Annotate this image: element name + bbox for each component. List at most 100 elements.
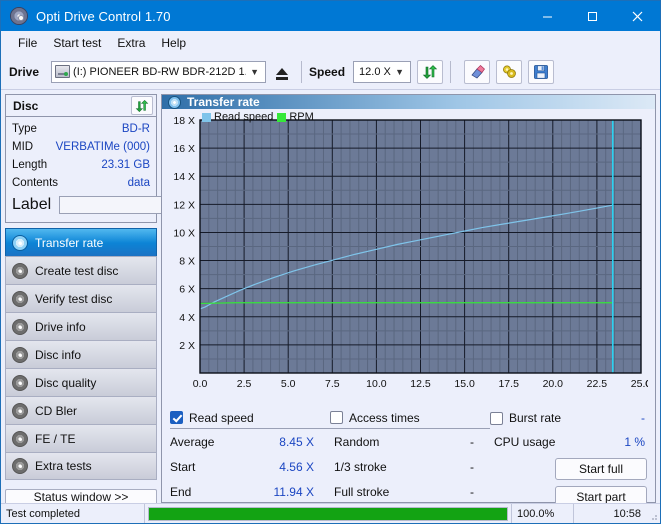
- chevron-down-icon: ▼: [391, 67, 408, 77]
- svg-text:15.0: 15.0: [454, 378, 475, 390]
- eraser-button[interactable]: [464, 60, 490, 84]
- sidebar-label-drive-info: Drive info: [35, 320, 86, 334]
- panel-title: Transfer rate: [187, 95, 260, 109]
- results-column-burst-rate: Burst rate - CPU usage 1 % Start full St…: [490, 407, 647, 508]
- result-key-third-stroke: 1/3 stroke: [330, 460, 387, 474]
- progress-bar: [148, 507, 508, 521]
- menu-extra[interactable]: Extra: [109, 34, 153, 52]
- sidebar-item-cd-bler[interactable]: CD Bler: [5, 396, 157, 424]
- disc-label-row: Label: [12, 193, 150, 217]
- chart-canvas: 2 X4 X6 X8 X10 X12 X14 X16 X18 X0.02.55.…: [166, 111, 648, 401]
- eject-button[interactable]: [270, 61, 294, 83]
- sidebar-item-disc-quality[interactable]: Disc quality: [5, 368, 157, 396]
- svg-text:12.5: 12.5: [410, 378, 431, 390]
- transfer-rate-chart: Read speed RPM 2 X4 X6 X8 X10 X12 X14 X1…: [162, 109, 655, 405]
- access-times-label: Access times: [349, 411, 420, 425]
- menu-start-test[interactable]: Start test: [45, 34, 109, 52]
- speed-select-value: 12.0 X: [359, 66, 391, 78]
- result-value-end: 11.94 X: [274, 485, 330, 499]
- menu-help[interactable]: Help: [153, 34, 194, 52]
- panel-header: Transfer rate: [162, 95, 655, 109]
- access-times-checkbox[interactable]: [330, 411, 343, 424]
- result-key-start: Start: [170, 460, 195, 474]
- drive-select[interactable]: (I:) PIONEER BD-RW BDR-212D 1.03 ▼: [51, 61, 266, 83]
- toolbar-divider-1: [301, 61, 302, 83]
- result-value-full-stroke: -: [470, 485, 490, 499]
- result-value-start: 4.56 X: [279, 460, 330, 474]
- sidebar-item-verify-test-disc[interactable]: Verify test disc: [5, 284, 157, 312]
- svg-text:2.5: 2.5: [237, 378, 252, 390]
- sidebar-label-disc-info: Disc info: [35, 348, 81, 362]
- sidebar-item-drive-info[interactable]: Drive info: [5, 312, 157, 340]
- sidebar-item-disc-info[interactable]: Disc info: [5, 340, 157, 368]
- app-disc-icon: [10, 7, 28, 25]
- drive-toolbar: Drive (I:) PIONEER BD-RW BDR-212D 1.03 ▼…: [1, 54, 660, 90]
- result-row-cpu-usage: CPU usage 1 %: [490, 429, 647, 454]
- result-key-average: Average: [170, 435, 214, 449]
- sidebar-item-transfer-rate[interactable]: Transfer rate: [5, 228, 157, 256]
- read-speed-checkbox[interactable]: [170, 411, 183, 424]
- sidebar-label-disc-quality: Disc quality: [35, 376, 96, 390]
- close-icon[interactable]: [615, 1, 660, 31]
- access-times-header: Access times: [330, 407, 490, 429]
- chart-legend: Read speed RPM: [202, 111, 314, 123]
- disc-icon: [12, 431, 28, 447]
- svg-text:6 X: 6 X: [179, 284, 195, 296]
- tools-button[interactable]: [496, 60, 522, 84]
- minimize-icon[interactable]: [525, 1, 570, 31]
- sidebar-label-transfer-rate: Transfer rate: [35, 236, 103, 250]
- result-row-third-stroke: 1/3 stroke -: [330, 454, 490, 479]
- svg-text:22.5: 22.5: [587, 378, 608, 390]
- disc-icon: [12, 263, 28, 279]
- disc-panel-header: Disc: [6, 95, 156, 117]
- disc-value-contents: data: [128, 177, 150, 189]
- elapsed-time: 10:58: [574, 504, 646, 523]
- read-speed-header: Read speed: [170, 407, 330, 429]
- speed-label: Speed: [309, 65, 345, 79]
- content-panel: Transfer rate Read speed RPM 2 X4 X6 X8 …: [161, 94, 656, 503]
- disc-info-rows: Type BD-R MID VERBATIMe (000) Length 23.…: [6, 117, 156, 222]
- results-column-access-times: Access times Random - 1/3 stroke - Full …: [330, 407, 490, 508]
- progress-bar-fill: [149, 508, 507, 520]
- sidebar-item-fe-te[interactable]: FE / TE: [5, 424, 157, 452]
- results-column-read-speed: Read speed Average 8.45 X Start 4.56 X E…: [170, 407, 330, 508]
- disc-icon: [12, 235, 28, 251]
- menu-bar: File Start test Extra Help: [1, 31, 660, 54]
- disc-icon: [168, 96, 181, 109]
- menu-file[interactable]: File: [10, 34, 45, 52]
- disc-refresh-button[interactable]: [131, 96, 153, 115]
- burst-rate-label: Burst rate: [509, 411, 561, 425]
- disc-value-mid: VERBATIMe (000): [56, 141, 150, 153]
- maximize-icon[interactable]: [570, 1, 615, 31]
- burst-rate-checkbox[interactable]: [490, 412, 503, 425]
- result-key-end: End: [170, 485, 191, 499]
- svg-text:10 X: 10 X: [173, 227, 195, 239]
- legend-swatch-read-speed: [202, 113, 211, 122]
- save-button[interactable]: [528, 60, 554, 84]
- refresh-icon: [422, 64, 438, 80]
- start-full-button[interactable]: Start full: [555, 458, 647, 480]
- legend-item-rpm: RPM: [277, 111, 313, 123]
- burst-rate-value: -: [641, 411, 647, 425]
- disc-info-panel: Disc Type BD-R MID VERB: [5, 94, 157, 223]
- disc-row-mid: MID VERBATIMe (000): [12, 138, 150, 156]
- disc-key-mid: MID: [12, 141, 33, 153]
- svg-text:4 X: 4 X: [179, 312, 195, 324]
- resize-grip[interactable]: [646, 504, 660, 523]
- window-controls: [525, 1, 660, 31]
- disc-row-contents: Contents data: [12, 174, 150, 192]
- result-value-random: -: [470, 435, 490, 449]
- refresh-button[interactable]: [417, 60, 443, 84]
- tools-icon: [501, 64, 518, 80]
- sidebar-item-create-test-disc[interactable]: Create test disc: [5, 256, 157, 284]
- disc-key-type: Type: [12, 123, 37, 135]
- result-value-third-stroke: -: [470, 460, 490, 474]
- sidebar-nav: Transfer rate Create test disc Verify te…: [5, 228, 157, 480]
- disc-key-length: Length: [12, 159, 47, 171]
- sidebar-item-extra-tests[interactable]: Extra tests: [5, 452, 157, 480]
- svg-text:0.0: 0.0: [193, 378, 208, 390]
- result-row-random: Random -: [330, 429, 490, 454]
- svg-text:14 X: 14 X: [173, 171, 195, 183]
- speed-select[interactable]: 12.0 X ▼: [353, 61, 411, 83]
- result-value-cpu-usage: 1 %: [624, 435, 647, 449]
